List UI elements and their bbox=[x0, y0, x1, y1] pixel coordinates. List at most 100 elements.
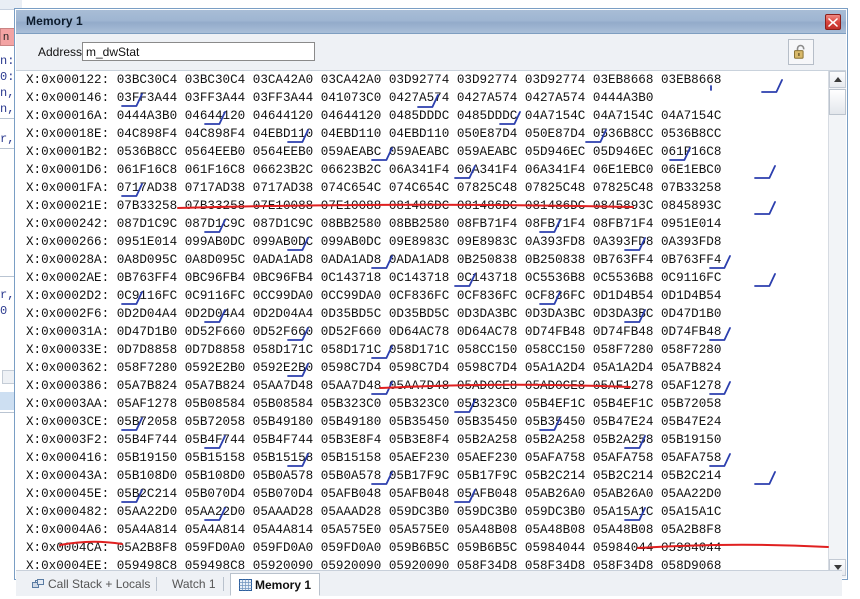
memory-cell[interactable]: 0444A3B0 bbox=[585, 91, 653, 105]
memory-cell[interactable]: 08FB71F4 bbox=[517, 217, 585, 231]
memory-cell[interactable]: 0536B8CC bbox=[109, 145, 177, 159]
memory-row[interactable]: X:0x00043A: 05B108D0 05B108D0 05B0A578 0… bbox=[16, 467, 829, 485]
memory-cell[interactable]: 05B4F744 bbox=[177, 433, 245, 447]
memory-cell[interactable]: 05AA22D0 bbox=[653, 487, 721, 501]
memory-cell[interactable]: 05AF1278 bbox=[653, 379, 721, 393]
memory-cell[interactable]: 0B763FF4 bbox=[109, 271, 177, 285]
memory-cell[interactable]: 05AFB048 bbox=[381, 487, 449, 501]
memory-cell[interactable]: 03D92774 bbox=[449, 73, 517, 87]
memory-cell[interactable]: 03BC30C4 bbox=[177, 73, 245, 87]
memory-cell[interactable]: 05AEF230 bbox=[381, 451, 449, 465]
memory-data-pane[interactable]: X:0x000122: 03BC30C4 03BC30C4 03CA42A0 0… bbox=[16, 71, 830, 576]
memory-cell[interactable]: 0B250838 bbox=[449, 253, 517, 267]
memory-cell[interactable]: 050E87D4 bbox=[449, 127, 517, 141]
memory-cell[interactable]: 074C654C bbox=[313, 181, 381, 195]
memory-cell[interactable]: 05AEF230 bbox=[449, 451, 517, 465]
memory-cell[interactable]: 05B0A578 bbox=[245, 469, 313, 483]
memory-cell[interactable]: 050E87D4 bbox=[517, 127, 585, 141]
memory-cell[interactable]: 05A48B08 bbox=[449, 523, 517, 537]
memory-cell[interactable]: 05D946EC bbox=[585, 145, 653, 159]
memory-cell[interactable]: 0C143718 bbox=[449, 271, 517, 285]
memory-row[interactable]: X:0x0002D2: 0C9116FC 0C9116FC 0CC99DA0 0… bbox=[16, 287, 829, 305]
memory-cell[interactable]: 081486DC bbox=[449, 199, 517, 213]
memory-cell[interactable]: 0D47D1B0 bbox=[653, 307, 721, 321]
memory-cell[interactable]: 05B2C214 bbox=[653, 469, 721, 483]
memory-cell[interactable]: 05A48B08 bbox=[585, 523, 653, 537]
memory-row[interactable]: X:0x000482: 05AA22D0 05AA22D0 05AAAD28 0… bbox=[16, 503, 829, 521]
memory-cell[interactable]: 059B6B5C bbox=[449, 541, 517, 555]
memory-cell[interactable]: 03D92774 bbox=[381, 73, 449, 87]
memory-cell[interactable]: 0D64AC78 bbox=[449, 325, 517, 339]
memory-cell[interactable]: 05A15A1C bbox=[585, 505, 653, 519]
memory-cell[interactable]: 04A7154C bbox=[517, 109, 585, 123]
memory-cell[interactable]: 05AAAD28 bbox=[313, 505, 381, 519]
memory-cell[interactable]: 05984044 bbox=[585, 541, 653, 555]
memory-cell[interactable]: 087D1C9C bbox=[109, 217, 177, 231]
memory-cell[interactable]: 0A393FD8 bbox=[585, 235, 653, 249]
memory-cell[interactable]: 0592E2B0 bbox=[177, 361, 245, 375]
memory-cell[interactable]: 059AEABC bbox=[381, 145, 449, 159]
memory-cell[interactable]: 05B2C214 bbox=[585, 469, 653, 483]
memory-cell[interactable]: 059DC3B0 bbox=[517, 505, 585, 519]
memory-cell[interactable]: 0592E2B0 bbox=[245, 361, 313, 375]
memory-cell[interactable]: 07825C48 bbox=[449, 181, 517, 195]
memory-cell[interactable]: 0D7D8858 bbox=[109, 343, 177, 357]
memory-cell[interactable]: 0BC96FB4 bbox=[177, 271, 245, 285]
memory-cell[interactable]: 0C143718 bbox=[381, 271, 449, 285]
memory-cell[interactable]: 04EBD110 bbox=[245, 127, 313, 141]
memory-cell[interactable]: 061F16C8 bbox=[177, 163, 245, 177]
memory-cell[interactable]: 0B763FF4 bbox=[653, 253, 721, 267]
memory-cell[interactable]: 099AB0DC bbox=[245, 235, 313, 249]
memory-row[interactable]: X:0x000146: 03FF3A44 03FF3A44 03FF3A44 0… bbox=[16, 89, 829, 107]
memory-row[interactable]: X:0x00018E: 04C898F4 04C898F4 04EBD110 0… bbox=[16, 125, 829, 143]
memory-cell[interactable]: 06E1EBC0 bbox=[653, 163, 721, 177]
memory-cell[interactable]: 05B4F744 bbox=[245, 433, 313, 447]
memory-cell[interactable]: 059DC3B0 bbox=[449, 505, 517, 519]
memory-cell[interactable]: 0B763FF4 bbox=[585, 253, 653, 267]
memory-cell[interactable]: 099AB0DC bbox=[177, 235, 245, 249]
memory-cell[interactable]: 07825C48 bbox=[585, 181, 653, 195]
memory-cell[interactable]: 05B72058 bbox=[653, 397, 721, 411]
memory-cell[interactable]: 06A341F4 bbox=[517, 163, 585, 177]
memory-cell[interactable]: 059AEABC bbox=[449, 145, 517, 159]
memory-row[interactable]: X:0x00031A: 0D47D1B0 0D52F660 0D52F660 0… bbox=[16, 323, 829, 341]
tab-call-stack-locals[interactable]: Call Stack + Locals bbox=[24, 573, 158, 596]
memory-cell[interactable]: 05B49180 bbox=[245, 415, 313, 429]
memory-cell[interactable]: 05B35450 bbox=[517, 415, 585, 429]
memory-cell[interactable]: 059B6B5C bbox=[381, 541, 449, 555]
memory-cell[interactable]: 0485DDDC bbox=[381, 109, 449, 123]
memory-cell[interactable]: 058CC150 bbox=[517, 343, 585, 357]
memory-cell[interactable]: 05A4A814 bbox=[245, 523, 313, 537]
memory-cell[interactable]: 05AB26A0 bbox=[517, 487, 585, 501]
memory-row[interactable]: X:0x0002F6: 0D2D04A4 0D2D04A4 0D2D04A4 0… bbox=[16, 305, 829, 323]
memory-cell[interactable]: 05B323C0 bbox=[449, 397, 517, 411]
memory-cell[interactable]: 05A2B8F8 bbox=[653, 523, 721, 537]
memory-cell[interactable]: 0D52F660 bbox=[313, 325, 381, 339]
memory-cell[interactable]: 0D35BD5C bbox=[381, 307, 449, 321]
memory-cell[interactable]: 05B3E8F4 bbox=[381, 433, 449, 447]
memory-cell[interactable]: 05A1A2D4 bbox=[585, 361, 653, 375]
memory-cell[interactable]: 058D171C bbox=[245, 343, 313, 357]
memory-cell[interactable]: 04C898F4 bbox=[177, 127, 245, 141]
memory-cell[interactable]: 05B2C214 bbox=[109, 487, 177, 501]
memory-cell[interactable]: 0427A574 bbox=[449, 91, 517, 105]
memory-cell[interactable]: 05B4EF1C bbox=[517, 397, 585, 411]
memory-cell[interactable]: 0D3DA3BC bbox=[585, 307, 653, 321]
memory-cell[interactable]: 08BB2580 bbox=[381, 217, 449, 231]
memory-cell[interactable]: 03FF3A44 bbox=[177, 91, 245, 105]
memory-row[interactable]: X:0x000416: 05B19150 05B15158 05B15158 0… bbox=[16, 449, 829, 467]
memory-row[interactable]: X:0x00016A: 0444A3B0 04644120 04644120 0… bbox=[16, 107, 829, 125]
memory-cell[interactable]: 058CC150 bbox=[449, 343, 517, 357]
tab-memory-1[interactable]: Memory 1 bbox=[230, 573, 320, 596]
memory-cell[interactable]: 05B108D0 bbox=[177, 469, 245, 483]
memory-cell[interactable]: 05A48B08 bbox=[517, 523, 585, 537]
memory-cell[interactable]: 05B19150 bbox=[109, 451, 177, 465]
memory-cell[interactable]: 08FB71F4 bbox=[585, 217, 653, 231]
memory-cell[interactable]: 0D3DA3BC bbox=[449, 307, 517, 321]
memory-cell[interactable]: 087D1C9C bbox=[245, 217, 313, 231]
memory-cell[interactable]: 05B35450 bbox=[381, 415, 449, 429]
memory-cell[interactable]: 0D74FB48 bbox=[585, 325, 653, 339]
memory-cell[interactable]: 0427A574 bbox=[517, 91, 585, 105]
memory-cell[interactable]: 07B33258 bbox=[653, 181, 721, 195]
memory-cell[interactable]: 0845893C bbox=[653, 199, 721, 213]
